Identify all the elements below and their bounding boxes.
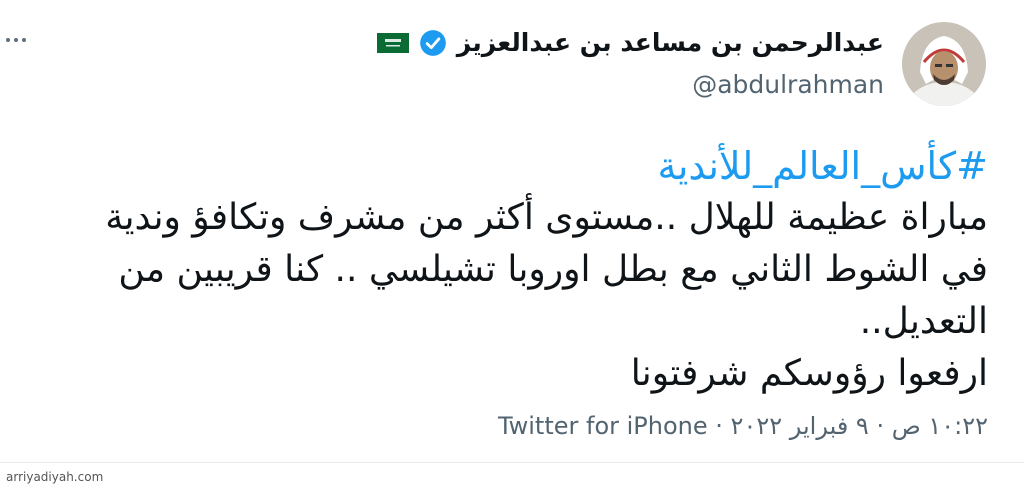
watermark: arriyadiyah.com	[6, 470, 104, 484]
tweet-line: ارفعوا رؤوسكم شرفتونا	[630, 353, 988, 394]
tweet-card: عبدالرحمن بن مساعد بن عبدالعزيز @abdulra…	[0, 0, 1024, 487]
tweet-timestamp[interactable]: ١٠:٢٢ ص · ٩ فبراير ٢٠٢٢ · Twitter for iP…	[498, 412, 988, 440]
tweet-text: #كأس_العالم_للأندية مباراة عظيمة للهلال …	[8, 140, 988, 400]
tweet-line: مباراة عظيمة للهلال ..مستوى أكثر من مشرف…	[105, 197, 988, 238]
more-options-icon[interactable]	[6, 38, 26, 46]
verified-badge-icon	[419, 29, 446, 56]
tweet-line: في الشوط الثاني مع بطل اوروبا تشيلسي .. …	[118, 249, 988, 290]
hashtag-link[interactable]: #كأس_العالم_للأندية	[8, 140, 988, 192]
saudi-flag-icon	[376, 32, 409, 53]
author-handle[interactable]: @abdulrahman	[692, 70, 884, 99]
author-display-name[interactable]: عبدالرحمن بن مساعد بن عبدالعزيز	[457, 28, 884, 57]
author-name-row[interactable]: عبدالرحمن بن مساعد بن عبدالعزيز	[376, 28, 884, 57]
tweet-line: التعديل..	[859, 301, 988, 342]
divider	[0, 462, 1024, 463]
avatar[interactable]	[902, 22, 986, 106]
